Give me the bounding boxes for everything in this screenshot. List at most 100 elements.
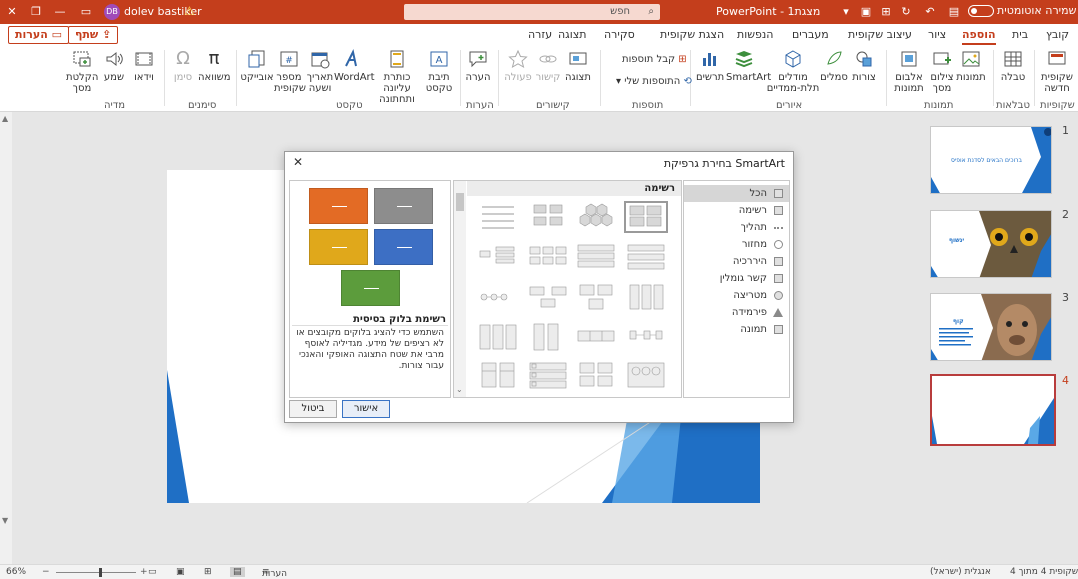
- scroll-thumb[interactable]: [456, 193, 464, 211]
- link-button[interactable]: קישור: [534, 48, 562, 83]
- customize-qat-icon[interactable]: ▾: [838, 4, 854, 20]
- layout-block-columns[interactable]: [476, 359, 520, 391]
- reading-view-icon[interactable]: ▣: [176, 567, 185, 577]
- present-icon[interactable]: ▣: [858, 4, 874, 20]
- tab-animations[interactable]: הנפשות: [737, 28, 773, 41]
- screen-recording-button[interactable]: הקלטת מסך: [66, 48, 98, 94]
- photo-album-button[interactable]: אלבום תמונות: [893, 48, 925, 94]
- audio-button[interactable]: שמע: [100, 48, 128, 83]
- textbox-button[interactable]: A תיבת טקסט: [424, 48, 454, 94]
- language-indicator[interactable]: אנגלית (ישראל): [930, 567, 991, 577]
- close-icon[interactable]: ✕: [293, 155, 303, 169]
- layout-vertical-blocks[interactable]: [526, 201, 570, 233]
- scroll-up-icon[interactable]: ▲: [2, 114, 8, 123]
- layout-hexagon-cluster[interactable]: [574, 201, 618, 233]
- comments-button[interactable]: הערות ▭: [8, 26, 70, 44]
- tab-file[interactable]: קובץ: [1046, 28, 1069, 41]
- slideshow-view-icon[interactable]: ▭: [148, 567, 157, 577]
- layout-circle-process[interactable]: [476, 281, 520, 313]
- category-hierarchy[interactable]: היררכיה: [684, 253, 789, 270]
- zoom-level[interactable]: 66%: [6, 567, 26, 577]
- slide-number-button[interactable]: # מספר שקופית: [274, 48, 306, 94]
- 3d-models-button[interactable]: מודלים תלת-ממדיים: [766, 48, 820, 94]
- layout-grid-list[interactable]: [526, 241, 570, 273]
- tab-review[interactable]: סקירה: [604, 28, 635, 41]
- close-icon[interactable]: ✕: [4, 4, 20, 20]
- toggle-switch[interactable]: [968, 5, 994, 17]
- layout-stacked-list[interactable]: [624, 241, 668, 273]
- category-cycle[interactable]: מחזור: [684, 236, 789, 253]
- search-input[interactable]: חפש ⌕: [404, 4, 660, 20]
- zoom-slider-thumb[interactable]: [99, 568, 102, 577]
- layout-checklist[interactable]: [526, 359, 570, 391]
- layout-picture-cards[interactable]: [574, 281, 618, 313]
- save-icon[interactable]: ▤: [946, 4, 962, 20]
- category-picture[interactable]: תמונה: [684, 321, 789, 338]
- slide-thumbnail-4[interactable]: [930, 374, 1056, 446]
- redo-icon[interactable]: ↻: [898, 4, 914, 20]
- category-relationship[interactable]: קשר גומלין: [684, 270, 789, 287]
- category-matrix[interactable]: מטריצה: [684, 287, 789, 304]
- screenshot-button[interactable]: צילום מסך: [928, 48, 956, 94]
- action-button[interactable]: פעולה: [504, 48, 532, 83]
- zoom-in-icon[interactable]: +: [140, 567, 148, 577]
- restore-icon[interactable]: ❐: [28, 4, 44, 20]
- object-button[interactable]: אובייקט: [240, 48, 274, 83]
- layout-connected-blocks[interactable]: [526, 281, 570, 313]
- layout-segmented-bar[interactable]: [574, 321, 618, 353]
- notes-button[interactable]: הערות ≡: [262, 567, 287, 579]
- slide-thumbnail-2[interactable]: ינשוף: [930, 210, 1052, 278]
- symbol-button[interactable]: Ω סימן: [170, 48, 196, 83]
- layout-boxed-list[interactable]: [574, 359, 618, 391]
- new-slide-button[interactable]: שקופית חדשה: [1038, 48, 1076, 94]
- category-all[interactable]: הכל: [684, 185, 789, 202]
- layout-circle-list[interactable]: [624, 359, 668, 391]
- tab-draw[interactable]: ציור: [928, 28, 946, 41]
- gallery-scrollbar[interactable]: ⌄: [454, 181, 466, 397]
- category-list-type[interactable]: רשימה: [684, 202, 789, 219]
- tab-insert[interactable]: הוספה: [962, 28, 996, 45]
- ok-button[interactable]: אישור: [342, 400, 390, 418]
- layout-lined-list[interactable]: [476, 201, 520, 233]
- share-button[interactable]: שתף ⇪: [68, 26, 119, 44]
- minimize-icon[interactable]: —: [52, 4, 68, 20]
- tab-design[interactable]: עיצוב שקופית: [848, 28, 912, 41]
- get-addins-button[interactable]: קבל תוספות ⊞: [622, 54, 687, 65]
- video-button[interactable]: וידאו: [130, 48, 158, 83]
- pin-icon[interactable]: ⊞: [878, 4, 894, 20]
- tab-home[interactable]: בית: [1012, 28, 1028, 41]
- icons-button[interactable]: סמלים: [820, 48, 848, 83]
- date-time-button[interactable]: תאריך ושעה: [306, 48, 334, 94]
- images-button[interactable]: תמונות: [956, 48, 986, 83]
- undo-icon[interactable]: ↶: [922, 4, 938, 20]
- sorter-view-icon[interactable]: ⊞: [204, 567, 212, 577]
- layout-tree-list[interactable]: [476, 241, 520, 273]
- tab-transitions[interactable]: מעברים: [792, 28, 829, 41]
- my-addins-button[interactable]: ▾ התוספות שלי ⟲: [616, 76, 692, 87]
- chart-button[interactable]: תרשים: [696, 48, 724, 83]
- header-footer-button[interactable]: כותרת עליונה ותחתונה: [370, 48, 424, 105]
- warning-icon[interactable]: ⚠: [184, 4, 195, 18]
- layout-column-blocks[interactable]: [526, 321, 570, 353]
- vertical-scrollbar[interactable]: ▲ ▼: [0, 112, 12, 564]
- tab-view[interactable]: תצוגה: [558, 28, 586, 41]
- zoom-button[interactable]: תצוגה: [564, 48, 592, 83]
- tab-slideshow[interactable]: הצגת שקופית: [660, 28, 724, 41]
- normal-view-icon[interactable]: ▤: [230, 567, 245, 577]
- avatar[interactable]: DB: [104, 4, 120, 20]
- comment-button[interactable]: הערה: [464, 48, 492, 83]
- category-pyramid[interactable]: פירמידה: [684, 304, 789, 321]
- category-process[interactable]: תהליך: [684, 219, 789, 236]
- equation-button[interactable]: π משוואה: [198, 48, 231, 83]
- shapes-button[interactable]: צורות: [850, 48, 878, 83]
- slide-thumbnail-1[interactable]: ברוכים הבאים לסדנת אופיס: [930, 126, 1052, 194]
- scroll-down-icon[interactable]: ⌄: [456, 385, 463, 394]
- autosave-toggle[interactable]: שמירה אוטומטית: [968, 4, 1076, 17]
- zoom-out-icon[interactable]: −: [42, 567, 50, 577]
- layout-arrow-process[interactable]: [624, 321, 668, 353]
- table-button[interactable]: טבלה: [998, 48, 1028, 83]
- tab-help[interactable]: עזרה: [528, 28, 552, 41]
- wordart-button[interactable]: WordArt: [334, 48, 375, 83]
- scroll-down-icon[interactable]: ▼: [2, 516, 8, 525]
- zoom-slider[interactable]: [56, 572, 136, 573]
